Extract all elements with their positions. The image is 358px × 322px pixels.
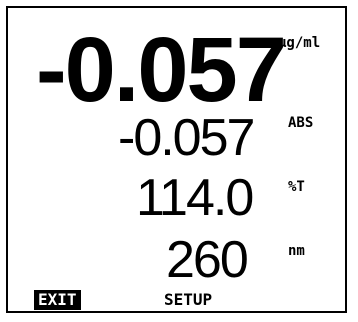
setup-softkey[interactable]: SETUP bbox=[160, 290, 216, 310]
concentration-value: -0.057 bbox=[36, 19, 287, 121]
softkey-bar: EXIT SETUP bbox=[8, 290, 345, 312]
exit-softkey[interactable]: EXIT bbox=[34, 290, 81, 310]
transmittance-value: 114.0 bbox=[136, 169, 254, 227]
wavelength-value: 260 bbox=[166, 231, 249, 289]
absorbance-unit: ABS bbox=[288, 115, 314, 131]
instrument-display: -0.057 µg/ml -0.057 ABS 114.0 %T 260 nm … bbox=[6, 6, 347, 313]
absorbance-value: -0.057 bbox=[118, 109, 255, 167]
concentration-unit: µg/ml bbox=[278, 35, 321, 51]
wavelength-unit: nm bbox=[288, 243, 305, 259]
transmittance-unit: %T bbox=[288, 179, 305, 195]
